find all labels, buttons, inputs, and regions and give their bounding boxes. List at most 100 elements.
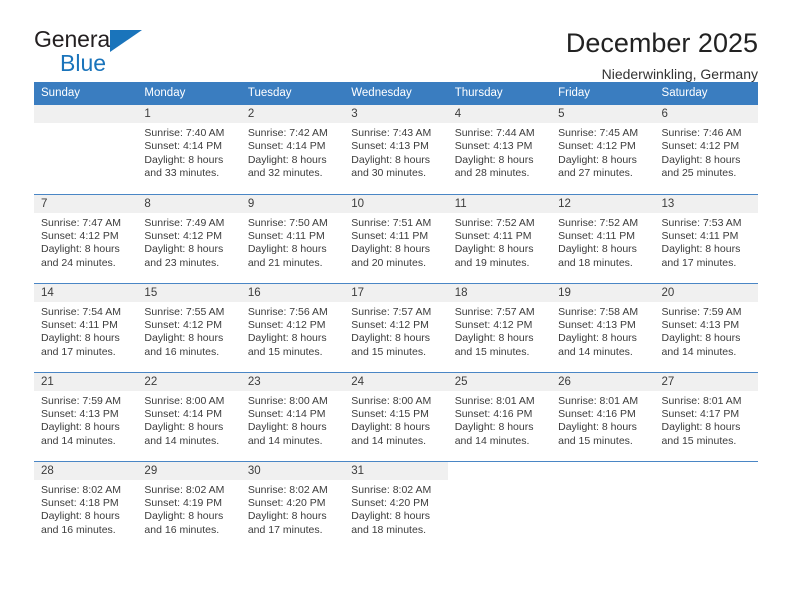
day-sunrise-text: Sunrise: 8:01 AM [454,394,535,407]
calendar-day-cell[interactable]: 24 Sunrise: 8:00 AM Sunset: 4:15 PM Dayligh… [344,371,448,461]
calendar-week-row: 21 Sunrise: 7:59 AM Sunset: 4:13 PM Dayligh… [34,371,758,461]
calendar-day-cell[interactable]: 27 Sunrise: 8:01 AM Sunset: 4:17 PM Dayligh… [654,371,758,461]
calendar-day-cell[interactable]: 8 Sunrise: 7:49 AM Sunset: 4:12 PM Daylight… [137,193,241,283]
day-daylight-line2-text: and 28 minutes. [454,167,530,180]
day-number: 2 [240,105,345,123]
day-sunset-text: Sunset: 4:14 PM [144,140,223,153]
page-subtitle-location: Niederwinkling, Germany [601,65,758,82]
calendar-day-cell[interactable]: 29 Sunrise: 8:02 AM Sunset: 4:19 PM Dayligh… [137,460,241,551]
day-daylight-line1-text: Daylight: 8 hours [247,421,327,434]
day-cell-inner: 20 Sunrise: 7:59 AM Sunset: 4:13 PM Dayligh… [654,283,758,372]
day-sunrise-text: Sunrise: 7:52 AM [558,216,639,229]
day-cell-inner: 10 Sunrise: 7:51 AM Sunset: 4:11 PM Dayligh… [344,194,448,283]
day-daylight-line1-text: Daylight: 8 hours [454,153,534,166]
calendar-day-cell[interactable]: 13 Sunrise: 7:53 AM Sunset: 4:11 PM Dayligh… [654,193,758,283]
day-sun-info: Sunrise: 8:02 AM Sunset: 4:20 PM Daylight:… [241,480,344,538]
calendar-day-cell[interactable]: 5 Sunrise: 7:45 AM Sunset: 4:12 PM Daylight… [551,105,655,194]
calendar-day-cell[interactable]: 1 Sunrise: 7:40 AM Sunset: 4:14 PM Daylight… [137,105,241,194]
calendar-day-cell[interactable]: 9 Sunrise: 7:50 AM Sunset: 4:11 PM Daylight… [240,193,345,283]
day-sun-info: Sunrise: 7:59 AM Sunset: 4:13 PM Daylight:… [655,302,758,360]
calendar-day-cell[interactable]: 21 Sunrise: 7:59 AM Sunset: 4:13 PM Dayligh… [34,371,138,461]
day-sun-info: Sunrise: 8:01 AM Sunset: 4:16 PM Daylight:… [448,391,551,449]
day-sunset-text: Sunset: 4:11 PM [558,229,635,242]
day-sunset-text: Sunset: 4:20 PM [247,496,326,509]
day-sunrise-text: Sunrise: 8:02 AM [41,483,121,496]
calendar-day-cell[interactable]: 26 Sunrise: 8:01 AM Sunset: 4:16 PM Dayligh… [551,371,655,461]
day-number [34,105,138,123]
day-daylight-line2-text: and 14 minutes. [351,434,426,447]
day-sunrise-text: Sunrise: 7:47 AM [41,216,121,229]
day-daylight-line1-text: Daylight: 8 hours [144,510,224,523]
day-sun-info: Sunrise: 7:44 AM Sunset: 4:13 PM Daylight:… [448,123,551,181]
weekday-header-sunday: Sunday [34,82,138,105]
day-sunset-text: Sunset: 4:11 PM [247,229,325,242]
calendar-day-cell[interactable]: 30 Sunrise: 8:02 AM Sunset: 4:20 PM Dayligh… [240,460,345,550]
day-daylight-line2-text: and 18 minutes. [558,256,633,269]
calendar-day-cell[interactable]: 14 Sunrise: 7:54 AM Sunset: 4:11 PM Dayligh… [34,282,138,372]
calendar-day-cell[interactable]: 10 Sunrise: 7:51 AM Sunset: 4:11 PM Dayligh… [344,193,448,283]
day-daylight-line2-text: and 15 minutes. [247,345,323,358]
day-daylight-line2-text: and 23 minutes. [144,256,220,269]
day-cell-inner: 24 Sunrise: 8:00 AM Sunset: 4:15 PM Dayligh… [344,372,448,461]
calendar-day-cell[interactable]: 2 Sunrise: 7:42 AM Sunset: 4:14 PM Daylight… [240,105,345,194]
day-daylight-line2-text: and 15 minutes. [351,345,426,358]
day-sunset-text: Sunset: 4:13 PM [351,140,429,153]
day-cell-inner: 7 Sunrise: 7:47 AM Sunset: 4:12 PM Daylight… [34,194,138,283]
day-cell-inner: 4 Sunrise: 7:44 AM Sunset: 4:13 PM Daylight… [447,105,552,194]
calendar-header-row: Sunday Monday Tuesday Wednesday Thursday… [34,82,758,105]
day-sunset-text: Sunset: 4:12 PM [351,318,429,331]
day-sunset-text: Sunset: 4:16 PM [454,407,533,420]
day-cell-inner: 15 Sunrise: 7:55 AM Sunset: 4:12 PM Dayligh… [137,283,241,372]
day-daylight-line1-text: Daylight: 8 hours [454,332,534,345]
day-sunset-text: Sunset: 4:18 PM [41,496,119,509]
day-sunset-text: Sunset: 4:13 PM [661,318,740,331]
day-sun-info: Sunrise: 8:02 AM Sunset: 4:19 PM Daylight:… [137,480,240,538]
day-sunrise-text: Sunrise: 7:53 AM [661,216,742,229]
weekday-header-tuesday: Tuesday [240,82,345,105]
day-cell-inner: 26 Sunrise: 8:01 AM Sunset: 4:16 PM Dayligh… [551,372,655,461]
calendar-day-cell[interactable]: 31 Sunrise: 8:02 AM Sunset: 4:20 PM Dayligh… [344,460,448,551]
calendar-page: General Blue December 2025 Niederwinklin… [0,0,792,612]
calendar-day-cell[interactable]: 28 Sunrise: 8:02 AM Sunset: 4:18 PM Dayligh… [34,460,138,550]
calendar-day-cell[interactable]: 16 Sunrise: 7:56 AM Sunset: 4:12 PM Dayligh… [240,282,345,372]
calendar-day-cell[interactable]: 11 Sunrise: 7:52 AM Sunset: 4:11 PM Dayligh… [447,193,552,283]
calendar-day-cell[interactable]: 20 Sunrise: 7:59 AM Sunset: 4:13 PM Dayligh… [654,282,758,372]
day-cell-inner: 31 Sunrise: 8:02 AM Sunset: 4:20 PM Dayligh… [344,461,448,551]
calendar-empty-cell [447,460,552,550]
calendar-day-cell[interactable]: 12 Sunrise: 7:52 AM Sunset: 4:11 PM Dayligh… [551,193,655,283]
day-number: 15 [137,283,241,302]
calendar-day-cell[interactable]: 4 Sunrise: 7:44 AM Sunset: 4:13 PM Daylight… [447,105,552,194]
calendar-day-cell[interactable]: 22 Sunrise: 8:00 AM Sunset: 4:14 PM Dayligh… [137,371,241,461]
day-sunrise-text: Sunrise: 7:49 AM [144,216,225,229]
day-sun-info: Sunrise: 7:49 AM Sunset: 4:12 PM Daylight:… [137,213,240,271]
calendar-day-cell[interactable]: 3 Sunrise: 7:43 AM Sunset: 4:13 PM Daylight… [344,105,448,194]
day-number: 28 [34,461,138,480]
day-sun-info: Sunrise: 7:46 AM Sunset: 4:12 PM Daylight:… [655,123,758,181]
day-cell-inner: 21 Sunrise: 7:59 AM Sunset: 4:13 PM Dayligh… [34,372,138,461]
calendar-day-cell[interactable]: 6 Sunrise: 7:46 AM Sunset: 4:12 PM Daylight… [654,105,758,194]
calendar-day-cell[interactable]: 23 Sunrise: 8:00 AM Sunset: 4:14 PM Dayligh… [240,371,345,461]
calendar-day-cell[interactable]: 25 Sunrise: 8:01 AM Sunset: 4:16 PM Dayligh… [447,371,552,461]
day-cell-inner: 29 Sunrise: 8:02 AM Sunset: 4:19 PM Dayligh… [137,461,241,551]
calendar-day-cell[interactable]: 19 Sunrise: 7:58 AM Sunset: 4:13 PM Dayligh… [551,282,655,372]
calendar-week-row: 1 Sunrise: 7:40 AM Sunset: 4:14 PM Daylight… [34,105,758,194]
calendar-day-cell[interactable]: 15 Sunrise: 7:55 AM Sunset: 4:12 PM Dayligh… [137,282,241,372]
day-daylight-line2-text: and 17 minutes. [247,523,323,536]
day-cell-inner: 14 Sunrise: 7:54 AM Sunset: 4:11 PM Dayligh… [34,283,138,372]
day-number: 10 [344,194,448,213]
day-number: 3 [344,105,448,123]
day-sunrise-text: Sunrise: 7:46 AM [661,127,742,139]
day-sunset-text: Sunset: 4:12 PM [41,229,119,242]
calendar-day-cell[interactable]: 18 Sunrise: 7:57 AM Sunset: 4:12 PM Dayligh… [447,282,552,372]
general-blue-logo[interactable]: General Blue [34,28,164,80]
day-daylight-line2-text: and 16 minutes. [41,523,116,536]
calendar-day-cell[interactable]: 17 Sunrise: 7:57 AM Sunset: 4:12 PM Dayligh… [344,282,448,372]
day-sunset-text: Sunset: 4:19 PM [144,496,223,509]
day-sunset-text: Sunset: 4:11 PM [351,229,429,242]
day-sunrise-text: Sunrise: 7:42 AM [247,127,328,139]
calendar-day-cell[interactable]: 7 Sunrise: 7:47 AM Sunset: 4:12 PM Daylight… [34,193,138,283]
day-daylight-line2-text: and 14 minutes. [454,434,530,447]
day-number: 13 [654,194,758,213]
weekday-header-wednesday: Wednesday [344,82,448,105]
day-sunrise-text: Sunrise: 8:00 AM [351,394,432,407]
